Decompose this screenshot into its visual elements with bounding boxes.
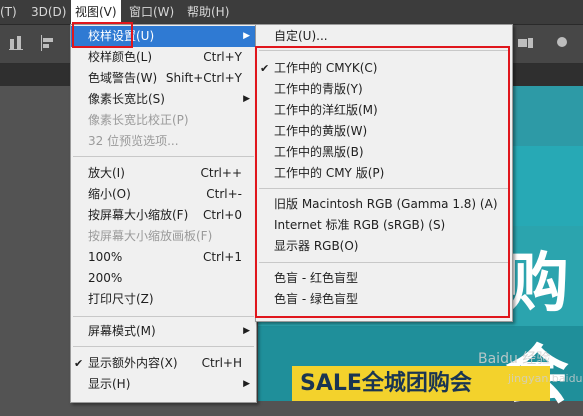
- menu-item-zoom-in[interactable]: 放大(I) Ctrl++: [71, 163, 256, 184]
- view-menu: 校样设置(U) ▶ 校样颜色(L) Ctrl+Y 色域警告(W) Shift+C…: [70, 24, 257, 403]
- menu-separator: [73, 156, 254, 157]
- annotation-box-proof-setup: [72, 22, 133, 48]
- menu-window[interactable]: 窗口(W): [129, 0, 174, 24]
- menu-item-print-size[interactable]: 打印尺寸(Z): [71, 289, 256, 310]
- submenu-item-custom[interactable]: 自定(U)...: [256, 26, 512, 47]
- submenu-arrow-icon: ▶: [243, 94, 250, 104]
- annotation-box-proof-options: [255, 46, 510, 318]
- menu-3d[interactable]: 3D(D): [31, 0, 66, 24]
- align-left-icon[interactable]: [40, 35, 56, 51]
- watermark-text: Baidu 经验: [478, 351, 551, 367]
- menu-item-zoom-out[interactable]: 缩小(O) Ctrl+-: [71, 184, 256, 205]
- menu-item-show[interactable]: 显示(H) ▶: [71, 374, 256, 395]
- menu-item-show-extras[interactable]: ✔ 显示额外内容(X) Ctrl+H: [71, 353, 256, 374]
- watermark-url: jingyan.baidu.com: [508, 372, 583, 385]
- menu-item-fit-artboard: 按屏幕大小缩放画板(F): [88, 229, 213, 243]
- submenu-arrow-icon: ▶: [243, 326, 250, 336]
- menu-help[interactable]: 帮助(H): [187, 0, 229, 24]
- settings-icon[interactable]: [555, 35, 571, 51]
- menu-item-pixel-aspect-correction: 像素长宽比校正(P): [88, 113, 189, 127]
- menu-item-screen-mode[interactable]: 屏幕模式(M) ▶: [71, 321, 256, 342]
- align-bottom-icon[interactable]: [9, 35, 25, 51]
- menu-separator: [73, 346, 254, 347]
- menu-item-proof-colors[interactable]: 校样颜色(L) Ctrl+Y: [71, 47, 256, 68]
- menu-item-gamut-warning[interactable]: 色域警告(W) Shift+Ctrl+Y: [71, 68, 256, 89]
- submenu-arrow-icon: ▶: [243, 379, 250, 389]
- menu-item-pixel-aspect[interactable]: 像素长宽比(S) ▶: [71, 89, 256, 110]
- menu-view[interactable]: 视图(V): [71, 0, 121, 24]
- menu-separator: [73, 316, 254, 317]
- submenu-arrow-icon: ▶: [243, 31, 250, 41]
- menu-item-100-percent[interactable]: 100% Ctrl+1: [71, 247, 256, 268]
- menu-item-200-percent[interactable]: 200%: [71, 268, 256, 289]
- menu-item-fit-screen[interactable]: 按屏幕大小缩放(F) Ctrl+0: [71, 205, 256, 226]
- menu-item-32bit-preview: 32 位预览选项...: [88, 134, 179, 148]
- video-icon[interactable]: [518, 35, 534, 51]
- checkmark-icon: ✔: [74, 357, 84, 370]
- menu-type[interactable]: (T): [0, 0, 17, 24]
